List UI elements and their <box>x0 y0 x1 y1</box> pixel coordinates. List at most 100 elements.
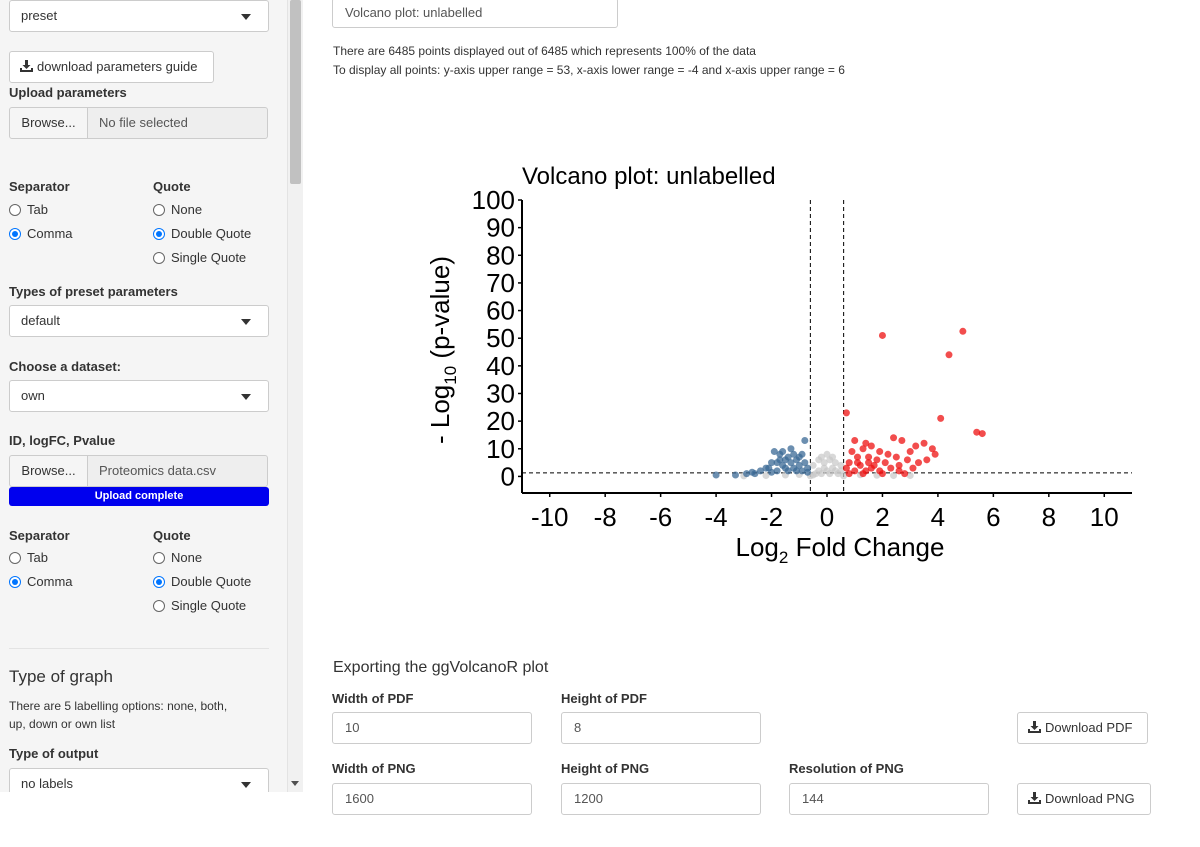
types-of-preset-select[interactable]: default <box>9 305 269 337</box>
id-logfc-pvalue-label: ID, logFC, Pvalue <box>9 433 116 448</box>
upload-parameters-file-input: Browse... No file selected <box>9 107 269 139</box>
type-of-output-value: no labels <box>21 776 74 791</box>
data-point-up <box>876 448 884 456</box>
radio-icon <box>153 600 165 612</box>
data-point-up <box>892 453 900 461</box>
data-point-down <box>776 456 784 464</box>
separator-label: Separator <box>9 528 70 543</box>
y-tick-label: 30 <box>486 378 515 408</box>
threshold-lines <box>522 200 1132 493</box>
radio-icon <box>153 252 165 264</box>
download-icon <box>1028 792 1041 804</box>
x-tick-label: 4 <box>931 502 945 532</box>
browse-button[interactable]: Browse... <box>9 455 88 487</box>
data-point-up <box>909 464 917 472</box>
separator-comma-radio[interactable]: Comma <box>9 225 73 243</box>
y-tick-label: 50 <box>486 323 515 353</box>
x-tick-label: 6 <box>986 502 1000 532</box>
quote-none-radio[interactable]: None <box>153 201 202 219</box>
quote-double-radio[interactable]: Double Quote <box>153 225 251 243</box>
x-tick-label: -6 <box>649 502 672 532</box>
download-png-button[interactable]: Download PNG <box>1017 783 1151 815</box>
separator-label: Separator <box>9 179 70 194</box>
quote-none-radio[interactable]: None <box>153 549 202 567</box>
chevron-down-icon <box>241 782 251 788</box>
data-point-up <box>878 470 886 478</box>
radio-label: Single Quote <box>171 598 247 613</box>
data-point-up <box>865 459 873 467</box>
chart-title: Volcano plot: unlabelled <box>522 163 776 190</box>
x-axis-label: Log2 Fold Change <box>736 532 945 567</box>
radio-icon <box>153 552 165 564</box>
y-tick-label: 100 <box>472 185 515 215</box>
y-tick-label: 70 <box>486 268 515 298</box>
width-pdf-label: Width of PDF <box>332 691 414 706</box>
axis-range-info: To display all points: y-axis upper rang… <box>333 63 845 77</box>
data-point-down <box>801 436 809 444</box>
data-point-down <box>768 468 776 476</box>
quote-double-radio[interactable]: Double Quote <box>153 573 251 591</box>
y-tick-label: 20 <box>486 406 515 436</box>
data-point-down <box>790 450 798 458</box>
dataset-select[interactable]: own <box>9 380 269 412</box>
data-point-up <box>978 430 986 438</box>
resolution-png-input[interactable]: 144 <box>789 783 989 815</box>
plot-title-input[interactable]: Volcano plot: unlabelled <box>332 0 618 28</box>
data-point-up <box>859 445 867 453</box>
data-point-down <box>762 464 770 472</box>
height-png-input[interactable]: 1200 <box>561 783 761 815</box>
data-point-up <box>842 409 850 417</box>
data-point-down <box>732 471 739 479</box>
data-point-up <box>901 470 909 478</box>
sidebar-scrollbar[interactable] <box>288 0 303 792</box>
x-tick-label: 0 <box>820 502 834 532</box>
radio-label: Double Quote <box>171 226 252 241</box>
data-point-up <box>903 456 911 464</box>
download-png-label: Download PNG <box>1045 791 1135 806</box>
x-tick-label: 10 <box>1090 502 1119 532</box>
data-point-up <box>915 459 922 467</box>
browse-button[interactable]: Browse... <box>9 107 88 139</box>
x-tick-label: 2 <box>875 502 889 532</box>
preset-select-value: preset <box>21 8 58 23</box>
data-point-up <box>848 448 856 456</box>
data-point-down <box>804 468 812 476</box>
data-point-ns <box>817 453 825 461</box>
radio-label: Double Quote <box>171 574 252 589</box>
radio-label: Tab <box>27 202 48 217</box>
quote-single-radio[interactable]: Single Quote <box>153 249 246 267</box>
data-point-up <box>890 434 898 442</box>
data-point-down <box>779 448 787 456</box>
y-tick-label: 0 <box>501 461 515 491</box>
download-pdf-label: Download PDF <box>1045 720 1133 735</box>
type-of-output-select[interactable]: no labels <box>9 768 269 792</box>
separator-tab-radio[interactable]: Tab <box>9 201 48 219</box>
volcano-plot: Volcano plot: unlabelled 010203040506070… <box>425 163 1132 567</box>
data-point-up <box>920 439 928 447</box>
data-point-up <box>845 470 853 478</box>
data-point-ns <box>829 453 837 461</box>
radio-label: Tab <box>27 550 48 565</box>
download-icon <box>20 60 33 72</box>
width-pdf-input[interactable]: 10 <box>332 712 532 744</box>
data-point-up <box>959 327 967 335</box>
separator-comma-radio[interactable]: Comma <box>9 573 73 591</box>
sidebar-panel: preset download parameters guide Upload … <box>0 0 288 792</box>
type-of-output-label: Type of output <box>9 746 99 761</box>
separator-tab-radio[interactable]: Tab <box>9 549 48 567</box>
y-axis-label: - Log10 (p-value) <box>425 256 460 444</box>
width-png-input[interactable]: 1600 <box>332 783 532 815</box>
preset-select[interactable]: preset <box>9 0 269 32</box>
data-point-up <box>912 442 920 450</box>
data-point-up <box>945 351 953 359</box>
svg-text:- Log10 (p-value): - Log10 (p-value) <box>425 256 460 444</box>
download-pdf-button[interactable]: Download PDF <box>1017 712 1148 744</box>
data-point-up <box>923 456 931 464</box>
x-tick-label: -8 <box>594 502 617 532</box>
download-parameters-guide-button[interactable]: download parameters guide <box>9 51 214 83</box>
scrollbar-thumb[interactable] <box>290 0 301 184</box>
quote-single-radio[interactable]: Single Quote <box>153 597 246 615</box>
scroll-down-arrow-icon[interactable] <box>291 781 299 786</box>
height-pdf-input[interactable]: 8 <box>561 712 761 744</box>
data-point-up <box>881 459 889 467</box>
